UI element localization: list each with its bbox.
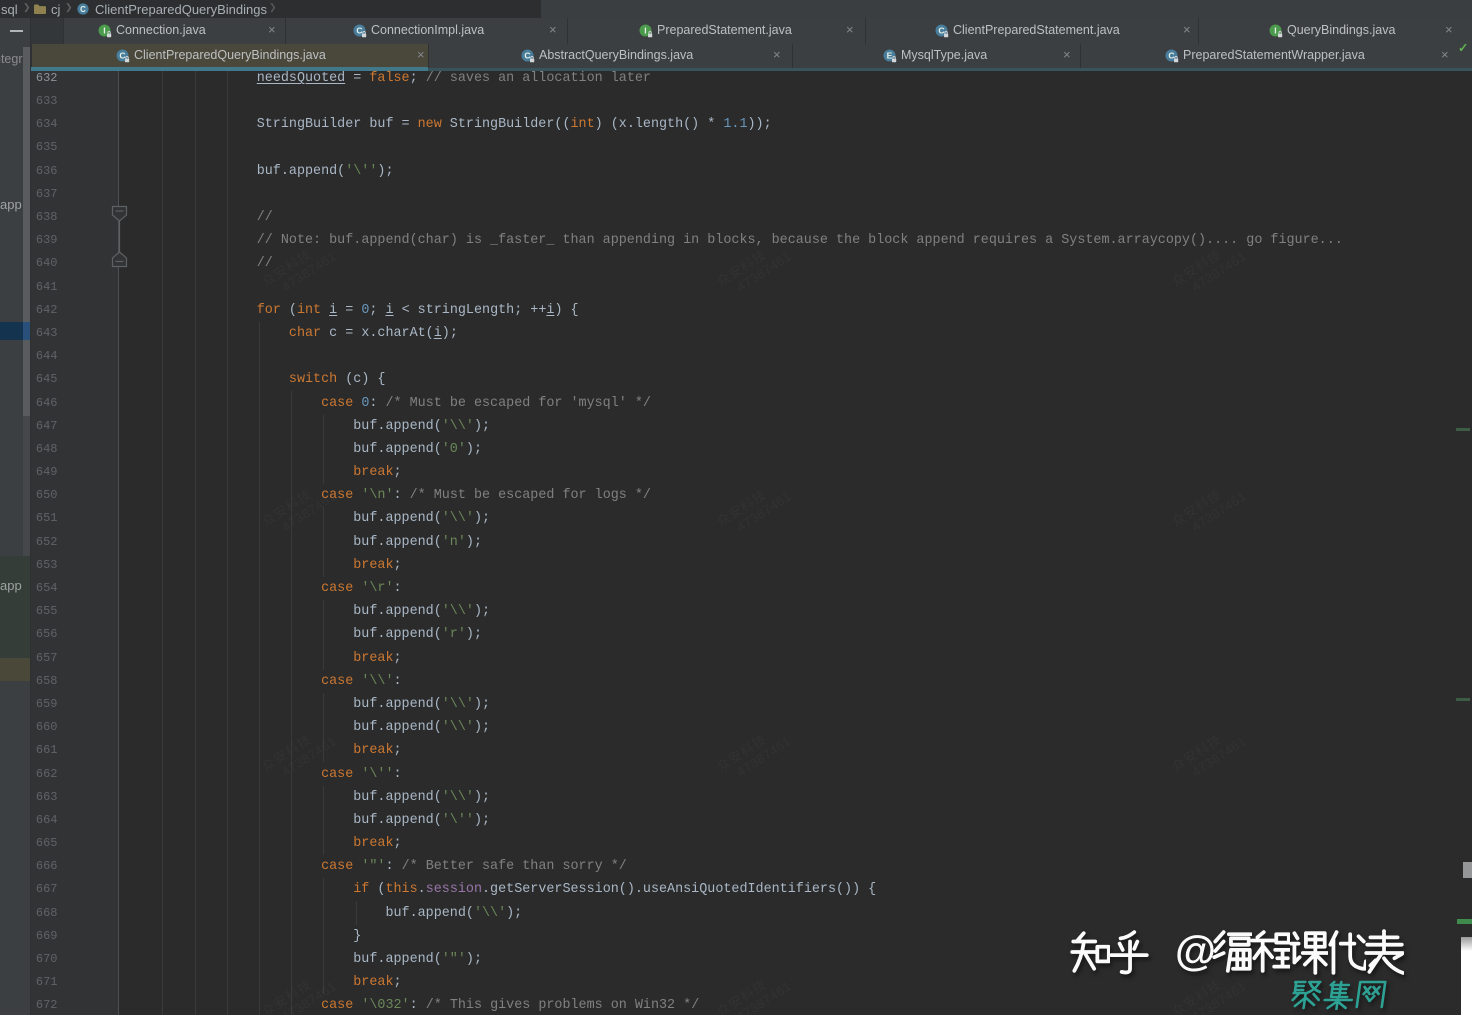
svg-text:C: C: [524, 51, 530, 61]
svg-text:C: C: [356, 26, 362, 36]
svg-text:I: I: [1274, 26, 1276, 36]
svg-text:C: C: [1168, 51, 1174, 61]
svg-text:C: C: [119, 51, 125, 61]
svg-text:I: I: [644, 26, 646, 36]
svg-text:I: I: [103, 26, 105, 36]
svg-text:E: E: [887, 51, 893, 61]
svg-text:C: C: [938, 26, 944, 36]
svg-text:C: C: [80, 5, 86, 14]
